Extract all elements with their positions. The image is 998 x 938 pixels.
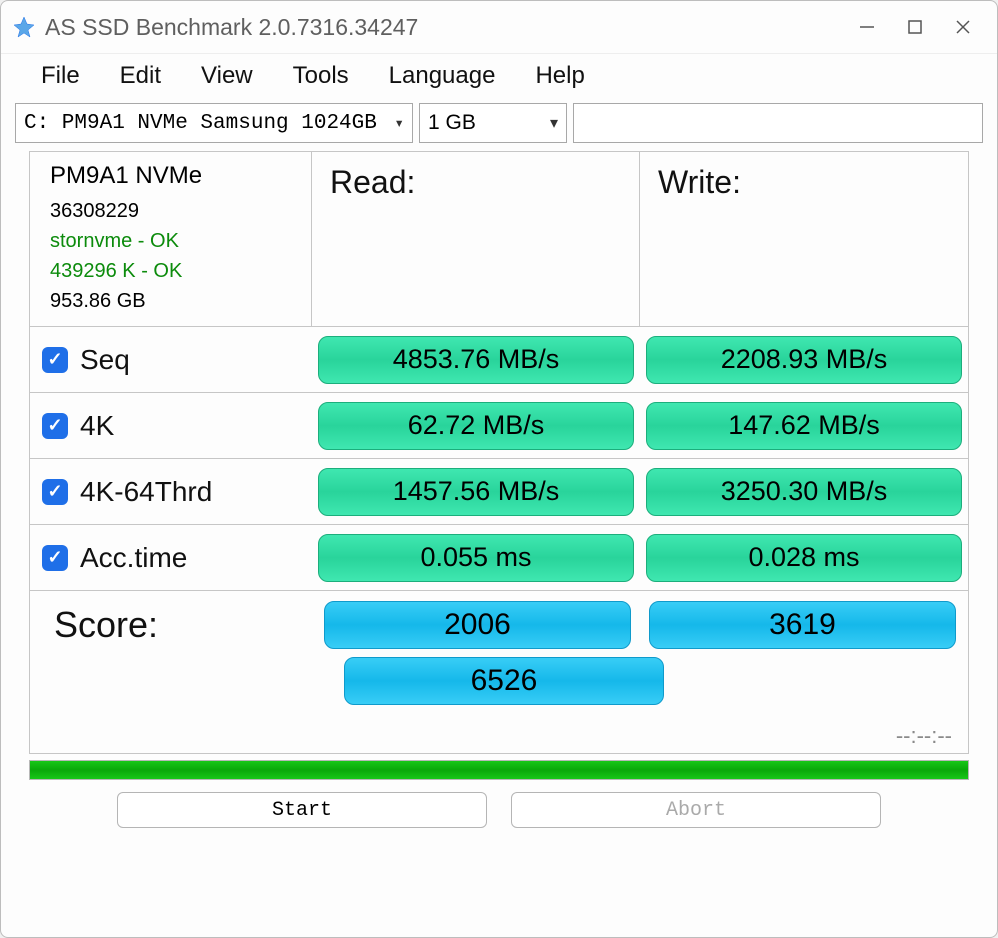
seq-checkbox[interactable]: ✓ bbox=[42, 347, 68, 373]
row-label: 4K bbox=[80, 410, 114, 442]
score-label: Score: bbox=[46, 604, 312, 646]
abort-button: Abort bbox=[511, 792, 881, 828]
chevron-down-icon: ▾ bbox=[550, 113, 558, 133]
row-acctime-label-cell: ✓ Acc.time bbox=[30, 542, 312, 574]
action-buttons: Start Abort bbox=[1, 780, 997, 838]
progress-bar bbox=[29, 760, 969, 780]
progress-fill bbox=[30, 761, 968, 779]
size-select[interactable]: 1 GB ▾ bbox=[419, 103, 567, 143]
acctime-read-value: 0.055 ms bbox=[318, 534, 634, 582]
acctime-checkbox[interactable]: ✓ bbox=[42, 545, 68, 571]
4k64-read-value: 1457.56 MB/s bbox=[318, 468, 634, 516]
app-icon bbox=[13, 16, 35, 38]
menu-bar: File Edit View Tools Language Help bbox=[1, 53, 997, 97]
4k64-write-value: 3250.30 MB/s bbox=[646, 468, 962, 516]
selector-row: C: PM9A1 NVMe Samsung 1024GB ▾ 1 GB ▾ bbox=[1, 97, 997, 151]
minimize-button[interactable] bbox=[843, 3, 891, 51]
row-acctime: ✓ Acc.time 0.055 ms 0.028 ms bbox=[30, 524, 968, 590]
row-4k: ✓ 4K 62.72 MB/s 147.62 MB/s bbox=[30, 392, 968, 458]
row-4k64: ✓ 4K-64Thrd 1457.56 MB/s 3250.30 MB/s bbox=[30, 458, 968, 524]
score-write: 3619 bbox=[649, 601, 956, 649]
chevron-down-icon: ▾ bbox=[394, 113, 404, 133]
close-button[interactable] bbox=[939, 3, 987, 51]
4k-read-value: 62.72 MB/s bbox=[318, 402, 634, 450]
4k64-checkbox[interactable]: ✓ bbox=[42, 479, 68, 505]
column-write-header: Write: bbox=[640, 152, 968, 326]
menu-tools[interactable]: Tools bbox=[283, 58, 359, 94]
results-grid: PM9A1 NVMe 36308229 stornvme - OK 439296… bbox=[29, 151, 969, 754]
drive-select[interactable]: C: PM9A1 NVMe Samsung 1024GB ▾ bbox=[15, 103, 413, 143]
size-select-value: 1 GB bbox=[428, 111, 476, 135]
drive-select-value: C: PM9A1 NVMe Samsung 1024GB bbox=[24, 112, 377, 135]
row-label: Seq bbox=[80, 344, 130, 376]
menu-help[interactable]: Help bbox=[525, 58, 594, 94]
row-4k64-label-cell: ✓ 4K-64Thrd bbox=[30, 476, 312, 508]
driver-status: stornvme - OK bbox=[50, 226, 299, 256]
drive-info-cell: PM9A1 NVMe 36308229 stornvme - OK 439296… bbox=[30, 152, 312, 326]
score-read: 2006 bbox=[324, 601, 631, 649]
start-button[interactable]: Start bbox=[117, 792, 487, 828]
row-label: Acc.time bbox=[80, 542, 187, 574]
menu-view[interactable]: View bbox=[191, 58, 263, 94]
score-total: 6526 bbox=[344, 657, 664, 705]
app-window: AS SSD Benchmark 2.0.7316.34247 File Edi… bbox=[0, 0, 998, 938]
4k-checkbox[interactable]: ✓ bbox=[42, 413, 68, 439]
row-label: 4K-64Thrd bbox=[80, 476, 212, 508]
menu-language[interactable]: Language bbox=[379, 58, 506, 94]
drive-serial: 36308229 bbox=[50, 196, 299, 226]
elapsed-timer: --:--:-- bbox=[30, 717, 968, 753]
alignment-status: 439296 K - OK bbox=[50, 256, 299, 286]
seq-read-value: 4853.76 MB/s bbox=[318, 336, 634, 384]
window-title: AS SSD Benchmark 2.0.7316.34247 bbox=[45, 14, 843, 41]
menu-file[interactable]: File bbox=[31, 58, 90, 94]
row-seq: ✓ Seq 4853.76 MB/s 2208.93 MB/s bbox=[30, 326, 968, 392]
title-bar: AS SSD Benchmark 2.0.7316.34247 bbox=[1, 1, 997, 53]
menu-edit[interactable]: Edit bbox=[110, 58, 171, 94]
score-section: Score: 2006 3619 6526 bbox=[30, 590, 968, 717]
4k-write-value: 147.62 MB/s bbox=[646, 402, 962, 450]
text-field[interactable] bbox=[573, 103, 983, 143]
drive-name: PM9A1 NVMe bbox=[50, 162, 299, 190]
seq-write-value: 2208.93 MB/s bbox=[646, 336, 962, 384]
maximize-button[interactable] bbox=[891, 3, 939, 51]
row-4k-label-cell: ✓ 4K bbox=[30, 410, 312, 442]
column-read-header: Read: bbox=[312, 152, 640, 326]
row-seq-label-cell: ✓ Seq bbox=[30, 344, 312, 376]
results-header-row: PM9A1 NVMe 36308229 stornvme - OK 439296… bbox=[30, 152, 968, 326]
drive-capacity: 953.86 GB bbox=[50, 286, 299, 316]
acctime-write-value: 0.028 ms bbox=[646, 534, 962, 582]
